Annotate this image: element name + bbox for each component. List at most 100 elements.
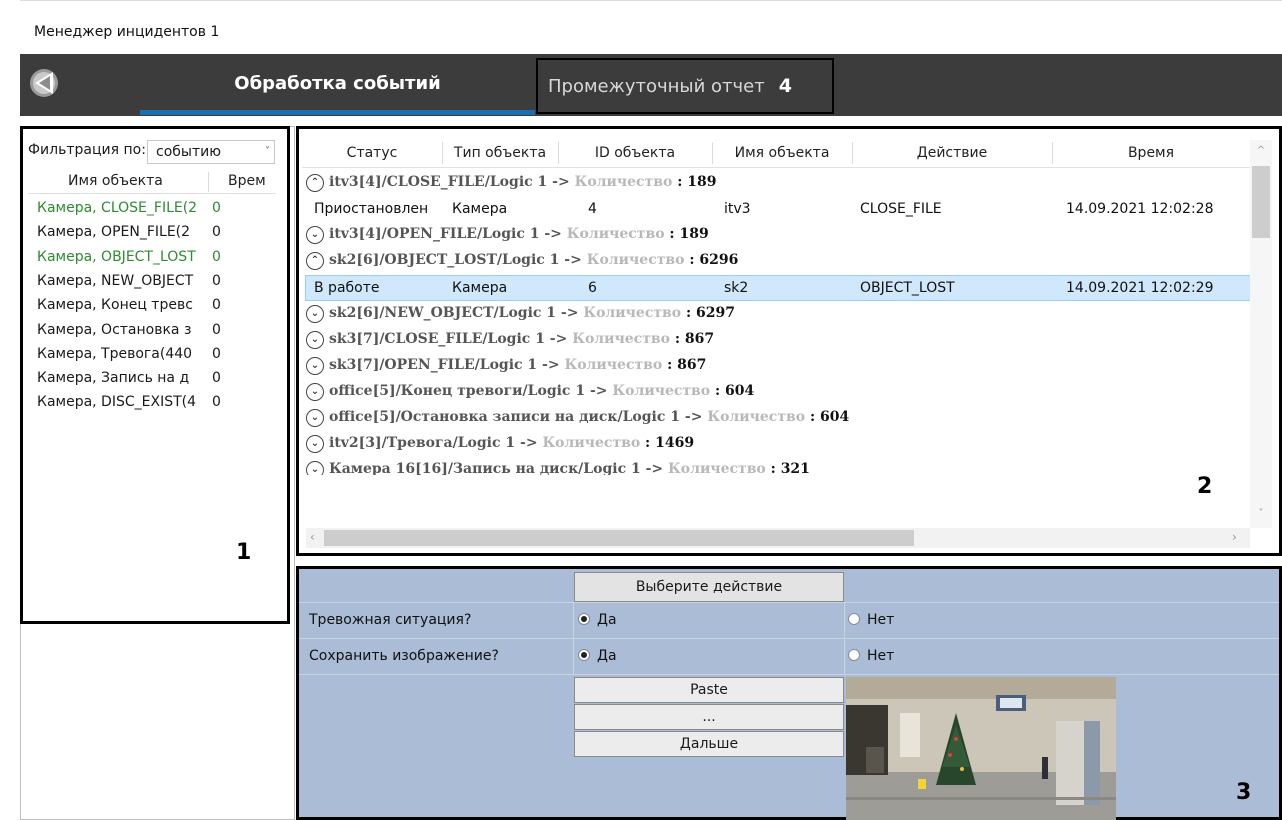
vertical-scroll-thumb[interactable] [1252,166,1270,238]
group-count-label: Количество [572,330,670,347]
radio-checked-icon [578,613,590,625]
group-count-label: Количество [583,304,682,321]
question-label-alarm: Тревожная ситуация? [309,612,472,628]
list-item[interactable]: Камера, NEW_OBJECT 0 [37,271,277,295]
group-count: 1469 [655,435,695,451]
group-count: 189 [679,226,709,243]
group-row[interactable]: ⌄ sk3[7]/OPEN_FILE/Logic 1 -> Количество … [306,354,1246,380]
table-cell-id: 6 [588,280,597,297]
group-title: sk2[6]/OBJECT_LOST/Logic 1 [329,252,560,269]
group-row[interactable]: ⌄ Камера 16[16]/Запись на диск/Logic 1 ->… [306,458,1246,476]
list-item-name: Камера, DISC_EXIST(4 [37,394,197,411]
expand-down-icon[interactable]: ⌄ [306,382,324,401]
radio-save-yes[interactable]: Да [578,648,617,664]
table-cell-action: CLOSE_FILE [860,201,942,218]
list-item[interactable]: Камера, Остановка з 0 [37,320,277,344]
column-header-object-name[interactable]: Имя объекта [68,173,163,189]
group-row-text: itv3[4]/OPEN_FILE/Logic 1 -> Количество … [329,226,709,243]
column-header-object-id[interactable]: ID объекта [558,145,712,161]
expand-down-icon[interactable]: ⌄ [306,356,324,375]
table-cell-status: Приостановлен [314,201,429,218]
column-header-time[interactable]: Время [1052,145,1250,161]
choose-action-button[interactable]: Выберите действие [574,572,844,602]
divider [573,602,574,674]
list-item[interactable]: Камера, Тревога(440 0 [37,344,277,368]
radio-save-no[interactable]: Нет [848,648,894,664]
list-item[interactable]: Камера, Запись на д 0 [37,368,277,392]
group-row[interactable]: ⌄ office[5]/Конец тревоги/Logic 1 -> Коли… [306,380,1246,406]
group-count: 189 [687,174,717,190]
group-row[interactable]: ⌄ sk2[6]/NEW_OBJECT/Logic 1 -> Количество… [306,302,1246,328]
group-count: 604 [725,382,755,399]
horizontal-scroll-thumb[interactable] [324,530,914,546]
list-item[interactable]: Камера, OPEN_FILE(2 0 [37,222,277,246]
paste-button[interactable]: Paste [574,677,844,703]
list-item-value: 0 [212,297,221,314]
expand-down-icon[interactable]: ⌄ [306,304,324,323]
app-logo-icon[interactable] [20,54,140,116]
column-header-status[interactable]: Статус [302,145,442,161]
group-title: itv2[3]/Тревога/Logic 1 [329,435,516,451]
group-row-text: office[5]/Конец тревоги/Logic 1 -> Колич… [329,382,755,399]
group-count: 6297 [696,304,735,321]
radio-alarm-yes[interactable]: Да [578,612,617,628]
list-item[interactable]: Камера, CLOSE_FILE(2 0 [37,198,277,222]
column-header-object-name[interactable]: Имя объекта [712,145,852,161]
scroll-down-arrow-icon[interactable]: ˅ [1254,508,1268,519]
tab-event-processing[interactable]: Обработка событий [140,54,535,112]
column-header-time[interactable]: Врем [228,173,266,189]
group-count-label: Количество [564,356,663,373]
scroll-left-arrow-icon[interactable]: ‹ [310,530,315,544]
expand-up-icon[interactable]: ⌃ [306,174,324,192]
table-row[interactable]: В работе Камера 6 sk2 OBJECT_LOST 14.09.2021 … [305,275,1251,302]
list-item[interactable]: Камера, OBJECT_LOST 0 [37,247,277,271]
group-row[interactable]: ⌃ itv3[4]/CLOSE_FILE/Logic 1 -> Количеств… [306,171,1246,197]
group-title: sk2[6]/NEW_OBJECT/Logic 1 [329,304,557,321]
group-count-label: Количество [707,408,806,425]
expand-up-icon[interactable]: ⌃ [306,252,324,271]
group-row[interactable]: ⌄ itv2[3]/Тревога/Logic 1 -> Количество :… [306,432,1246,458]
window-top-border [20,0,1282,1]
list-item[interactable]: Камера, DISC_EXIST(4 0 [37,392,277,416]
list-item-value: 0 [212,248,221,265]
group-row-text: office[5]/Остановка записи на диск/Logic… [329,408,850,425]
group-row-text: itv3[4]/CLOSE_FILE/Logic 1 -> Количество… [329,174,717,190]
group-row[interactable]: ⌄ sk3[7]/CLOSE_FILE/Logic 1 -> Количество… [306,328,1246,354]
group-title: sk3[7]/OPEN_FILE/Logic 1 [329,356,538,373]
group-row[interactable]: ⌄ office[5]/Остановка записи на диск/Logi… [306,406,1246,432]
table-cell-name: sk2 [724,280,749,297]
scroll-right-arrow-icon[interactable]: › [1232,530,1237,544]
radio-label: Нет [867,648,895,664]
group-count-label: Количество [542,435,641,451]
column-header-object-type[interactable]: Тип объекта [442,145,558,161]
group-count-label: Количество [574,174,673,190]
expand-down-icon[interactable]: ⌄ [306,461,324,476]
tab-interim-report[interactable]: Промежуточный отчет 4 [536,58,834,114]
group-row[interactable]: ⌃ sk2[6]/OBJECT_LOST/Logic 1 -> Количеств… [306,249,1246,275]
table-cell-id: 4 [588,201,597,218]
radio-alarm-no[interactable]: Нет [848,612,894,628]
tab-label: Промежуточный отчет [548,75,765,97]
ellipsis-button[interactable]: ... [574,704,844,730]
events-table-header: Статус Тип объекта ID объекта Имя объект… [302,140,1250,168]
next-button[interactable]: Дальше [574,731,844,757]
callout-marker-1: 1 [236,540,252,565]
table-cell-time: 14.09.2021 12:02:29 [1066,280,1214,297]
expand-down-icon[interactable]: ⌄ [306,435,324,453]
filter-select[interactable]: событию ˅ [147,140,275,164]
group-title: itv3[4]/OPEN_FILE/Logic 1 [329,226,540,243]
column-header-action[interactable]: Действие [852,145,1052,161]
expand-down-icon[interactable]: ⌄ [306,226,324,245]
group-row[interactable]: ⌄ itv3[4]/OPEN_FILE/Logic 1 -> Количество… [306,223,1246,249]
list-item-name: Камера, Конец тревс [37,297,193,314]
list-item[interactable]: Камера, Конец тревс 0 [37,295,277,319]
expand-down-icon[interactable]: ⌄ [306,330,324,349]
list-item-name: Камера, OBJECT_LOST [37,248,196,265]
table-row[interactable]: Приостановлен Камера 4 itv3 CLOSE_FILE 14.09.… [306,197,1250,223]
scroll-up-arrow-icon[interactable]: ^ [1254,145,1268,156]
column-divider [208,172,209,192]
group-row-text: Камера 16[16]/Запись на диск/Logic 1 -> … [329,461,810,476]
table-cell-time: 14.09.2021 12:02:28 [1066,201,1214,218]
expand-down-icon[interactable]: ⌄ [306,408,324,427]
group-title: office[5]/Остановка записи на диск/Logic… [329,408,681,425]
